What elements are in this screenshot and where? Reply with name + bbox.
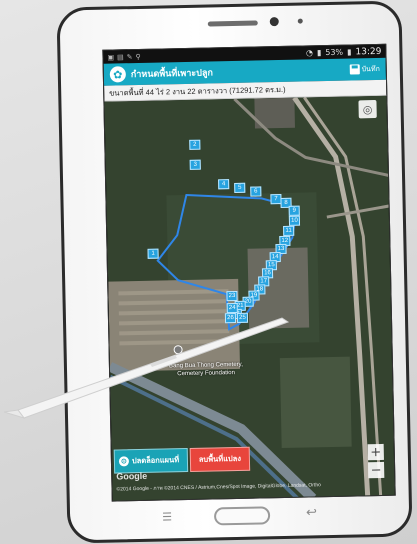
my-location-button[interactable]: ◎ bbox=[358, 99, 377, 119]
front-camera bbox=[269, 17, 279, 27]
save-icon bbox=[349, 64, 360, 75]
vertex-marker[interactable]: 5 bbox=[234, 182, 246, 193]
menu-key-icon[interactable]: ☰ bbox=[162, 510, 176, 523]
unlock-map-button[interactable]: ⊙ ปลดล็อกแผนที่ bbox=[113, 448, 189, 474]
pen-icon: ✎ bbox=[126, 52, 133, 61]
unlock-icon: ⊙ bbox=[118, 456, 130, 467]
google-logo: Google bbox=[116, 470, 148, 482]
vertex-marker[interactable]: 24 bbox=[226, 302, 238, 314]
vertex-marker[interactable]: 3 bbox=[189, 159, 201, 170]
app-logo-icon: ✿ bbox=[109, 66, 127, 83]
satellite-map[interactable]: ◎ Bang Bua Thong Cemetery, Cemetery Foun… bbox=[104, 95, 395, 502]
vertex-marker[interactable]: 2 bbox=[189, 139, 201, 150]
vertex-marker[interactable]: 10 bbox=[288, 215, 301, 226]
vertex-marker[interactable]: 25 bbox=[236, 312, 249, 323]
notification-icon: ▣ bbox=[107, 52, 115, 62]
vertex-marker[interactable]: 23 bbox=[226, 290, 238, 302]
vertex-marker[interactable]: 6 bbox=[250, 186, 262, 197]
vertex-marker[interactable]: 4 bbox=[218, 179, 230, 190]
area-info-text: ขนาดพื้นที่ 44 ไร่ 2 งาน 22 ตารางวา (712… bbox=[109, 84, 286, 98]
vertex-marker[interactable]: 11 bbox=[283, 225, 295, 236]
zoom-out-button[interactable]: − bbox=[368, 461, 385, 479]
app-title: กำหนดพื้นที่เพาะปลูก bbox=[130, 67, 213, 80]
signal-icon: ▮ bbox=[316, 48, 322, 58]
tablet-device: ▣ ▤ ✎ ⚲ ◔ ▮ 53% ▮ 13:29 ✿ กำหนดพื้นที่เพ… bbox=[56, 0, 413, 544]
tablet-screen: ▣ ▤ ✎ ⚲ ◔ ▮ 53% ▮ 13:29 ✿ กำหนดพื้นที่เพ… bbox=[102, 43, 396, 502]
status-time: 13:29 bbox=[355, 46, 382, 57]
back-key-icon[interactable]: ↩ bbox=[306, 505, 322, 520]
home-button[interactable] bbox=[213, 506, 271, 526]
battery-icon: ▮ bbox=[346, 47, 352, 57]
gallery-icon: ▤ bbox=[117, 52, 124, 61]
plus-icon: + bbox=[370, 444, 382, 460]
delete-plot-label: ลบพื้นที่แปลง bbox=[198, 453, 242, 464]
notification-icons: ▣ ▤ ✎ ⚲ bbox=[107, 52, 140, 61]
vertex-marker[interactable]: 9 bbox=[288, 205, 300, 216]
minus-icon: − bbox=[370, 462, 382, 478]
wifi-icon: ◔ bbox=[305, 48, 313, 58]
place-label: Bang Bua Thong Cemetery, Cemetery Founda… bbox=[168, 361, 243, 378]
crosshair-icon: ◎ bbox=[362, 102, 373, 116]
save-button[interactable]: บันทึก bbox=[349, 63, 380, 75]
unlock-map-label: ปลดล็อกแผนที่ bbox=[131, 455, 180, 466]
delete-plot-button[interactable]: ลบพื้นที่แปลง bbox=[189, 446, 251, 472]
save-label: บันทึก bbox=[361, 64, 380, 73]
vertex-marker[interactable]: 1 bbox=[147, 248, 159, 259]
light-sensor bbox=[297, 18, 303, 24]
battery-level: 53% bbox=[325, 47, 344, 58]
zoom-in-button[interactable]: + bbox=[367, 443, 384, 461]
vertex-marker[interactable]: 26 bbox=[224, 312, 237, 324]
usb-icon: ⚲ bbox=[135, 52, 141, 61]
speaker-grille bbox=[207, 20, 258, 27]
